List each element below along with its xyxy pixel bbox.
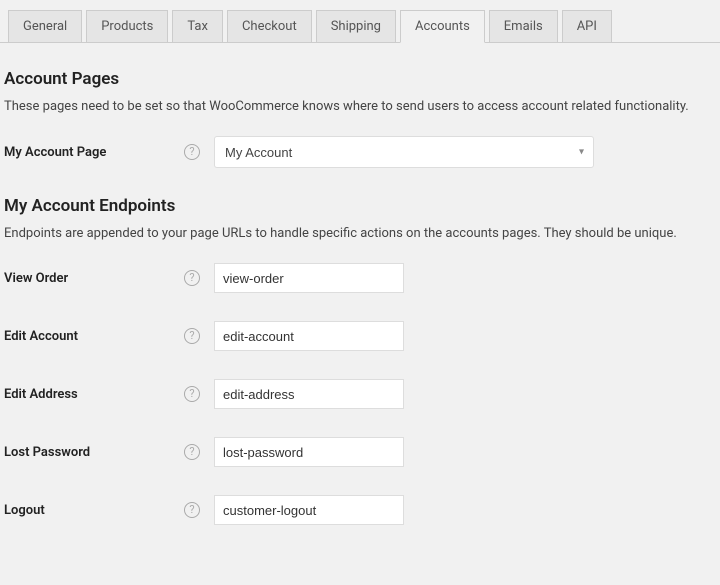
tab-accounts[interactable]: Accounts xyxy=(400,10,485,43)
help-icon[interactable]: ? xyxy=(184,502,200,518)
view-order-row: View Order ? xyxy=(4,263,716,293)
help-icon[interactable]: ? xyxy=(184,386,200,402)
tab-checkout[interactable]: Checkout xyxy=(227,10,312,42)
lost-password-row: Lost Password ? xyxy=(4,437,716,467)
edit-address-label: Edit Address ? xyxy=(4,386,214,402)
view-order-label: View Order ? xyxy=(4,270,214,286)
label-text: Lost Password xyxy=(4,445,90,460)
help-icon[interactable]: ? xyxy=(184,328,200,344)
endpoints-title: My Account Endpoints xyxy=(4,196,716,216)
edit-address-row: Edit Address ? xyxy=(4,379,716,409)
help-icon[interactable]: ? xyxy=(184,144,200,160)
my-account-page-row: My Account Page ? My Account ▾ xyxy=(4,136,716,168)
logout-input[interactable] xyxy=(214,495,404,525)
edit-account-input[interactable] xyxy=(214,321,404,351)
tab-products[interactable]: Products xyxy=(86,10,168,42)
account-pages-title: Account Pages xyxy=(4,69,716,89)
label-text: Logout xyxy=(4,503,45,518)
lost-password-label: Lost Password ? xyxy=(4,444,214,460)
my-account-page-label: My Account Page ? xyxy=(4,144,214,160)
my-account-page-select[interactable]: My Account xyxy=(214,136,594,168)
tab-general[interactable]: General xyxy=(8,10,82,42)
logout-row: Logout ? xyxy=(4,495,716,525)
label-text: Edit Account xyxy=(4,329,78,344)
settings-panel: Account Pages These pages need to be set… xyxy=(0,43,720,557)
label-text: My Account Page xyxy=(4,145,106,160)
tab-emails[interactable]: Emails xyxy=(489,10,558,42)
edit-account-label: Edit Account ? xyxy=(4,328,214,344)
tab-shipping[interactable]: Shipping xyxy=(316,10,396,42)
edit-address-input[interactable] xyxy=(214,379,404,409)
help-icon[interactable]: ? xyxy=(184,270,200,286)
help-icon[interactable]: ? xyxy=(184,444,200,460)
label-text: View Order xyxy=(4,271,68,286)
logout-label: Logout ? xyxy=(4,502,214,518)
tab-tax[interactable]: Tax xyxy=(172,10,223,42)
tab-api[interactable]: API xyxy=(562,10,612,42)
account-pages-description: These pages need to be set so that WooCo… xyxy=(4,99,716,114)
settings-tabs: General Products Tax Checkout Shipping A… xyxy=(0,10,720,43)
my-account-page-select-wrap: My Account ▾ xyxy=(214,136,594,168)
endpoints-description: Endpoints are appended to your page URLs… xyxy=(4,226,716,241)
label-text: Edit Address xyxy=(4,387,78,402)
lost-password-input[interactable] xyxy=(214,437,404,467)
edit-account-row: Edit Account ? xyxy=(4,321,716,351)
view-order-input[interactable] xyxy=(214,263,404,293)
